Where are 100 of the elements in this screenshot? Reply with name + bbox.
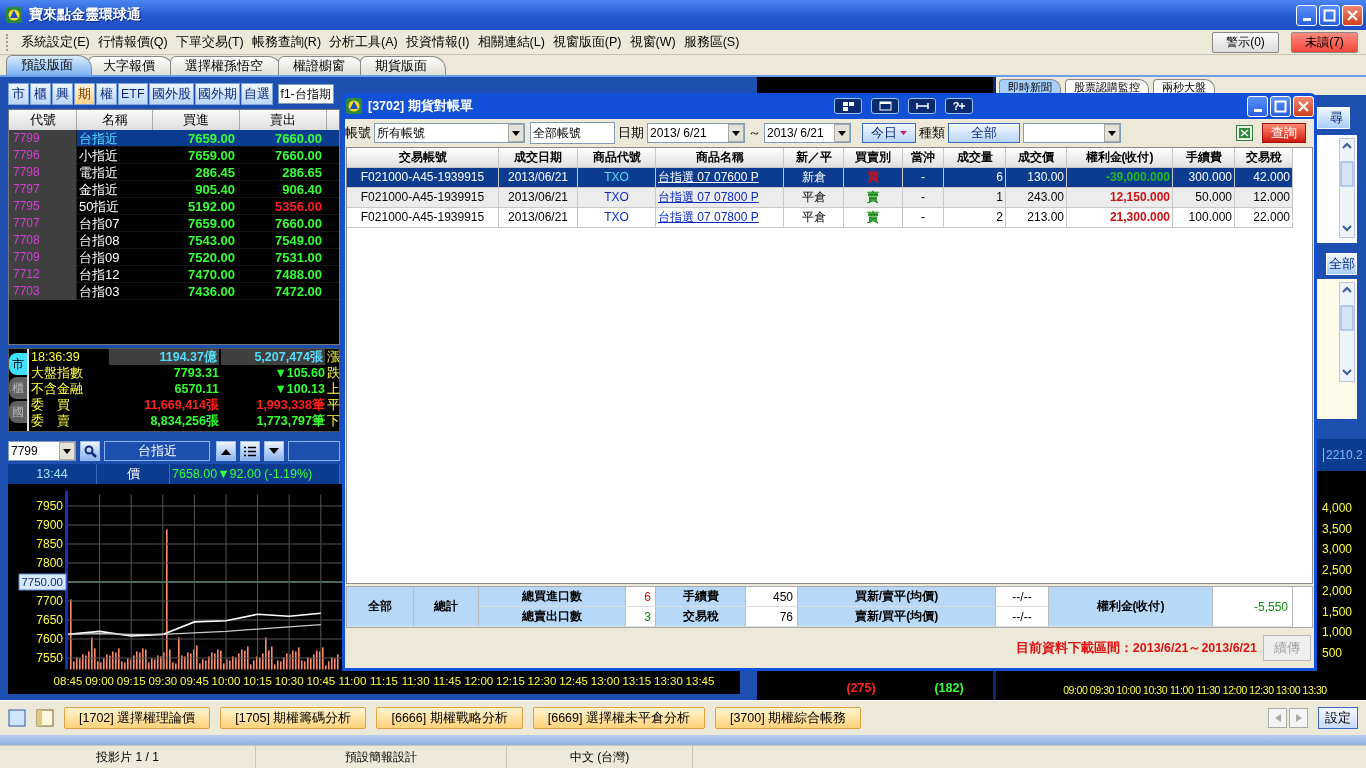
shortcut-button[interactable]: [3700] 期權綜合帳務 [714, 707, 862, 729]
menu-item[interactable]: 服務區(S) [679, 33, 744, 51]
shortcut-button[interactable]: [6669] 選擇權未平倉分析 [532, 707, 705, 729]
column-header: 交易稅 [1235, 148, 1293, 167]
search-button[interactable]: 尋 [1317, 107, 1350, 129]
quote-row[interactable]: 7707 台指07 7659.00 7660.00 [9, 215, 339, 232]
summary-value: 1194.37億 [159, 350, 217, 364]
quote-row[interactable]: 7799 台指近 7659.00 7660.00 [9, 130, 339, 147]
y-tick-label: 500 [1322, 645, 1344, 661]
list-button[interactable] [240, 441, 260, 461]
close-button[interactable] [1293, 95, 1314, 117]
menu-item[interactable]: 下單交易(T) [171, 33, 248, 51]
summary-value: 7793.31 [173, 366, 219, 380]
minimize-button[interactable] [1247, 95, 1268, 117]
unread-button[interactable]: 未讀(7) [1291, 31, 1358, 53]
window-button[interactable] [871, 98, 899, 114]
market-button[interactable]: 期 [74, 83, 95, 105]
quote-row[interactable]: 7795 50指近 5192.00 5356.00 [9, 198, 339, 215]
market-button[interactable]: 國外股 [148, 83, 194, 105]
shortcut-button[interactable]: [6666] 期權戰略分析 [376, 707, 523, 729]
query-button[interactable]: 查詢 [1262, 123, 1306, 143]
quote-row[interactable]: 7709 台指09 7520.00 7531.00 [9, 249, 339, 266]
market-button[interactable]: 權 [96, 83, 117, 105]
quote-row[interactable]: 7796 小指近 7659.00 7660.00 [9, 147, 339, 164]
y-tick-label: 7550 [36, 651, 63, 665]
statement-row[interactable]: F021000-A45-1939915 2013/06/21 TXO 台指選 07 07800 P 平倉 賣 - 1 243.00 12,150.000 50.000 12.000 [347, 188, 1293, 208]
statement-row[interactable]: F021000-A45-1939915 2013/06/21 TXO 台指選 07 07800 P 平倉 賣 - 2 213.00 21,300.000 100.000 22.000 [347, 208, 1293, 228]
tile-button[interactable] [834, 98, 862, 114]
maximize-button[interactable] [1270, 95, 1291, 117]
quote-name: 50指近 [78, 198, 121, 215]
notice-button[interactable]: 警示(0) [1212, 31, 1279, 53]
y-tick-label: 7750.00 [21, 576, 63, 588]
shortcut-button[interactable]: [1705] 期權籌碼分析 [220, 707, 367, 729]
x-tick-label: 13:00 [590, 675, 620, 687]
product-link[interactable]: 台指選 07 07600 P [658, 170, 759, 184]
filter-button[interactable]: 全部 [1326, 253, 1357, 275]
layout-tab[interactable]: 預設版面 [6, 55, 92, 75]
search-button[interactable] [80, 441, 100, 461]
table-cell: 6 [944, 168, 1006, 187]
x-tick-label: 13:30 [654, 675, 683, 687]
table-cell: 213.00 [1006, 208, 1067, 227]
ask-price: 7472.00 [274, 283, 323, 300]
layout-tab[interactable]: 期貨版面 [360, 56, 446, 75]
maximize-icon [1323, 8, 1336, 22]
minimize-icon [1302, 17, 1311, 21]
today-button[interactable]: 今日 [862, 123, 916, 143]
quote-row[interactable]: 7703 台指03 7436.00 7472.00 [9, 283, 339, 300]
menu-item[interactable]: 行情報價(Q) [93, 33, 172, 51]
market-button[interactable]: 櫃 [30, 83, 51, 105]
market-button[interactable]: 市 [8, 83, 29, 105]
market-side-tab[interactable]: 市 [9, 353, 27, 375]
type-button[interactable]: 全部 [948, 123, 1020, 143]
table-cell: 2013/06/21 [499, 188, 578, 207]
search-icon [83, 444, 97, 458]
caret-icon [900, 131, 907, 136]
quote-row[interactable]: 7712 台指12 7470.00 7488.00 [9, 266, 339, 283]
help-button[interactable]: ? [945, 98, 973, 114]
code-dropdown[interactable]: 7799 [8, 441, 76, 461]
volume-value: (275) [846, 681, 876, 695]
product-link[interactable]: 台指選 07 07800 P [658, 210, 759, 224]
quote-row[interactable]: 7798 電指近 286.45 286.65 [9, 164, 339, 181]
settings-button[interactable]: 設定 [1318, 707, 1358, 729]
product-link[interactable]: 台指選 07 07800 P [658, 190, 759, 204]
market-button[interactable]: 興 [52, 83, 73, 105]
menu-item[interactable]: 系統設定(E) [17, 33, 94, 51]
menu-item[interactable]: 視窗版面(P) [548, 33, 626, 51]
bid-price: 905.40 [194, 181, 236, 198]
list-dropdown[interactable]: f1-台指期 [277, 84, 334, 104]
market-button[interactable]: 國外期 [194, 83, 240, 105]
quote-row[interactable]: 7797 金指近 905.40 906.40 [9, 181, 339, 198]
minimize-button[interactable] [1296, 4, 1317, 26]
close-button[interactable] [1342, 4, 1363, 26]
menu-item[interactable]: 視窗(W) [625, 33, 680, 51]
menu-item[interactable]: 相關連結(L) [473, 33, 549, 51]
account-dropdown[interactable]: 所有帳號 [374, 123, 525, 143]
statement-row[interactable]: F021000-A45-1939915 2013/06/21 TXO 台指選 07 07600 P 新倉 買 - 6 130.00 -39,000.000 300.000 42.000 [347, 168, 1293, 188]
menu-item[interactable]: 帳務查詢(R) [247, 33, 326, 51]
quote-name: 台指近 [78, 130, 119, 147]
maximize-button[interactable] [1319, 4, 1340, 26]
y-tick-label: 2,500 [1322, 563, 1354, 578]
account-name-field[interactable]: 全部帳號 [530, 122, 615, 144]
resize-button[interactable] [908, 98, 936, 114]
column-header: 權利金(收付) [1067, 148, 1173, 167]
summary-label: 委 賣 [30, 413, 71, 429]
end-date-picker[interactable]: 2013/ 6/21 [764, 123, 851, 143]
market-button[interactable]: ETF [118, 83, 148, 105]
up-button[interactable] [216, 441, 236, 461]
quote-code: 7798 [9, 164, 77, 181]
y-tick-label: 7750.00 [18, 573, 67, 591]
quote-name: 台指07 [78, 215, 121, 232]
shortcut-button[interactable]: [1702] 選擇權理論價 [64, 707, 211, 729]
quote-row[interactable]: 7708 台指08 7543.00 7549.00 [9, 232, 339, 249]
start-date-picker[interactable]: 2013/ 6/21 [647, 123, 745, 143]
table-cell: F021000-A45-1939915 [347, 208, 499, 227]
menu-item[interactable]: 投資情報(I) [401, 33, 474, 51]
summary-value: 5,207,474張 [254, 350, 323, 364]
market-button[interactable]: 自選 [240, 83, 273, 105]
down-button[interactable] [264, 441, 284, 461]
category-dropdown[interactable] [1023, 123, 1121, 143]
menu-item[interactable]: 分析工具(A) [325, 33, 402, 51]
